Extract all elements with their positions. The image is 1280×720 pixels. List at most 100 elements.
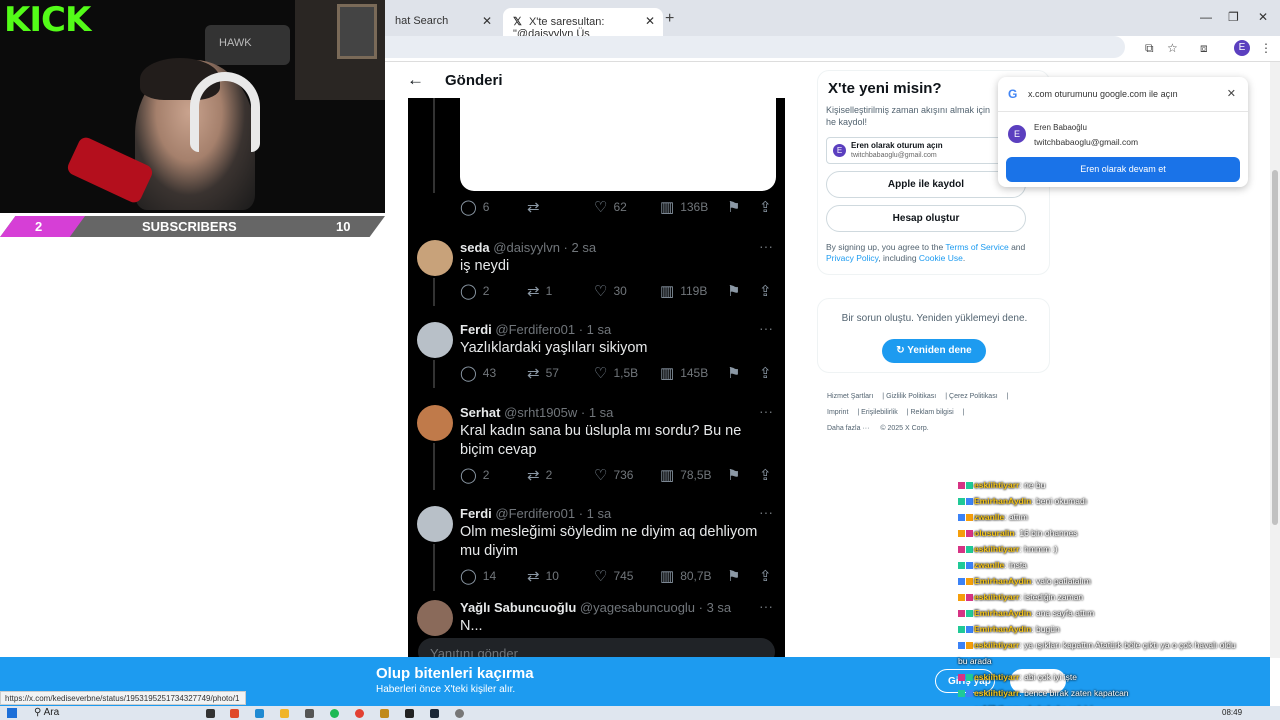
- chat-username[interactable]: eskiihtiyarr: [974, 672, 1019, 682]
- close-window-button[interactable]: ✕: [1258, 10, 1268, 24]
- retweet-button[interactable]: ⇄ 57: [527, 364, 559, 382]
- bookmark-button[interactable]: ⚑: [727, 198, 740, 216]
- reply-button[interactable]: ◯ 43: [460, 364, 496, 382]
- close-icon[interactable]: ✕: [1227, 87, 1236, 100]
- close-icon[interactable]: ✕: [645, 14, 655, 28]
- views-button[interactable]: ▥ 80,7B: [660, 567, 712, 585]
- chat-username[interactable]: zwanlle: [974, 512, 1004, 522]
- chat-username[interactable]: eskiihtiyarr: [974, 640, 1019, 650]
- edge-icon[interactable]: [255, 709, 264, 718]
- chat-username[interactable]: eskiihtiyarr: [974, 480, 1019, 490]
- chat-username[interactable]: EmirhanAydin: [974, 624, 1031, 634]
- footer-link[interactable]: Hizmet Şartları: [827, 393, 873, 400]
- bookmark-button[interactable]: ⚑: [727, 282, 740, 300]
- more-options-icon[interactable]: ···: [759, 598, 773, 614]
- chat-username[interactable]: eskiihtiyarr: [974, 592, 1019, 602]
- avatar[interactable]: [417, 240, 453, 276]
- terms-link[interactable]: Terms of Service: [945, 242, 1008, 252]
- more-options-icon[interactable]: ···: [759, 238, 773, 254]
- footer-link[interactable]: Reklam bilgisi: [911, 409, 954, 416]
- bookmark-button[interactable]: ⚑: [727, 466, 740, 484]
- share-button[interactable]: ⇪: [759, 282, 772, 300]
- reply-input[interactable]: Yanıtını gönder: [418, 638, 775, 658]
- views-button[interactable]: ▥ 119B: [660, 282, 707, 300]
- avatar[interactable]: [417, 600, 453, 636]
- extensions-icon[interactable]: ⧈: [1200, 41, 1208, 56]
- share-button[interactable]: ⇪: [759, 567, 772, 585]
- chat-username[interactable]: EmirhanAydin: [974, 608, 1031, 618]
- reply-button[interactable]: ◯ 6: [460, 198, 489, 216]
- author-name[interactable]: Yağlı Sabuncuoğlu: [460, 600, 576, 615]
- cookie-link[interactable]: Cookie Use: [919, 253, 963, 263]
- scrollbar-thumb[interactable]: [1272, 170, 1278, 525]
- store-icon[interactable]: [305, 709, 314, 718]
- tab-chat-search[interactable]: hat Search ✕: [385, 8, 500, 36]
- address-input[interactable]: [385, 36, 1125, 58]
- author-name[interactable]: Serhat: [460, 405, 500, 420]
- tab-x-post[interactable]: 𝕏 X'te saresultan: "@daisyylvn Üs ✕: [503, 8, 663, 40]
- more-options-icon[interactable]: ···: [759, 403, 773, 419]
- minimize-button[interactable]: —: [1200, 10, 1212, 24]
- chrome-icon[interactable]: [355, 709, 364, 718]
- author-name[interactable]: Ferdi: [460, 322, 492, 337]
- folder-icon[interactable]: [280, 709, 289, 718]
- media-card[interactable]: [460, 98, 776, 191]
- google-signin-button[interactable]: E Eren olarak oturum açın twitchbabaoglu…: [826, 137, 1026, 164]
- taskbar-search[interactable]: ⚲ Ara: [34, 707, 59, 718]
- author-name[interactable]: seda: [460, 240, 490, 255]
- views-button[interactable]: ▥ 78,5B: [660, 466, 712, 484]
- reply-button[interactable]: ◯ 14: [460, 567, 496, 585]
- footer-link[interactable]: Erişilebilirlik: [861, 409, 898, 416]
- profile-avatar[interactable]: E: [1234, 40, 1250, 56]
- tweet-author[interactable]: Ferdi @Ferdifero01 · 1 sa: [460, 322, 611, 337]
- author-handle[interactable]: @yagesabuncuoglu · 3 sa: [580, 600, 731, 615]
- maximize-button[interactable]: ❐: [1228, 10, 1239, 24]
- chat-username[interactable]: zwanlle: [974, 560, 1004, 570]
- close-icon[interactable]: ✕: [482, 14, 492, 28]
- like-button[interactable]: ♡ 736: [594, 466, 633, 484]
- bookmark-button[interactable]: ⚑: [727, 364, 740, 382]
- spotify-icon[interactable]: [330, 709, 339, 718]
- retweet-button[interactable]: ⇄: [527, 198, 546, 216]
- chat-username[interactable]: eskiihtiyarr: [974, 688, 1019, 698]
- continue-button[interactable]: Eren olarak devam et: [1006, 157, 1240, 182]
- footer-link[interactable]: Çerez Politikası: [949, 393, 998, 400]
- reply-button[interactable]: ◯ 2: [460, 282, 489, 300]
- more-options-icon[interactable]: ···: [759, 504, 773, 520]
- author-handle[interactable]: @srht1905w · 1 sa: [504, 405, 613, 420]
- new-tab-button[interactable]: +: [665, 10, 674, 28]
- back-arrow-icon[interactable]: ←: [407, 70, 424, 90]
- chat-username[interactable]: eskiihtiyarr: [974, 544, 1019, 554]
- like-button[interactable]: ♡ 30: [594, 282, 627, 300]
- tweet-author[interactable]: Ferdi @Ferdifero01 · 1 sa: [460, 506, 611, 521]
- footer-link[interactable]: Gizlilik Politikası: [886, 393, 936, 400]
- like-button[interactable]: ♡ 745: [594, 567, 633, 585]
- share-button[interactable]: ⇪: [759, 364, 772, 382]
- bookmark-button[interactable]: ⚑: [727, 567, 740, 585]
- footer-link[interactable]: Imprint: [827, 409, 848, 416]
- like-button[interactable]: ♡ 1,5B: [594, 364, 638, 382]
- apple-signup-button[interactable]: Apple ile kaydol: [826, 171, 1026, 198]
- chat-username[interactable]: olusuralin: [974, 528, 1015, 538]
- app-icon[interactable]: [230, 709, 239, 718]
- task-view-icon[interactable]: [206, 709, 215, 718]
- share-button[interactable]: ⇪: [759, 466, 772, 484]
- app-icon[interactable]: [455, 709, 464, 718]
- app-icon[interactable]: [405, 709, 414, 718]
- tweet-author[interactable]: seda @daisyylvn · 2 sa: [460, 240, 596, 255]
- retweet-button[interactable]: ⇄ 1: [527, 282, 552, 300]
- more-options-icon[interactable]: ···: [759, 320, 773, 336]
- author-handle[interactable]: @Ferdifero01 · 1 sa: [495, 506, 611, 521]
- bookmark-star-icon[interactable]: ☆: [1167, 41, 1178, 55]
- tweet-author[interactable]: Serhat @srht1905w · 1 sa: [460, 405, 613, 420]
- tweet-author[interactable]: Yağlı Sabuncuoğlu @yagesabuncuoglu · 3 s…: [460, 600, 731, 615]
- retry-button[interactable]: ↻ Yeniden dene: [882, 339, 986, 363]
- privacy-link[interactable]: Privacy Policy: [826, 253, 878, 263]
- start-button[interactable]: [7, 708, 17, 718]
- views-button[interactable]: ▥ 136B: [660, 198, 708, 216]
- share-button[interactable]: ⇪: [759, 198, 772, 216]
- author-handle[interactable]: @Ferdifero01 · 1 sa: [495, 322, 611, 337]
- reply-button[interactable]: ◯ 2: [460, 466, 489, 484]
- retweet-button[interactable]: ⇄ 10: [527, 567, 559, 585]
- avatar[interactable]: [417, 506, 453, 542]
